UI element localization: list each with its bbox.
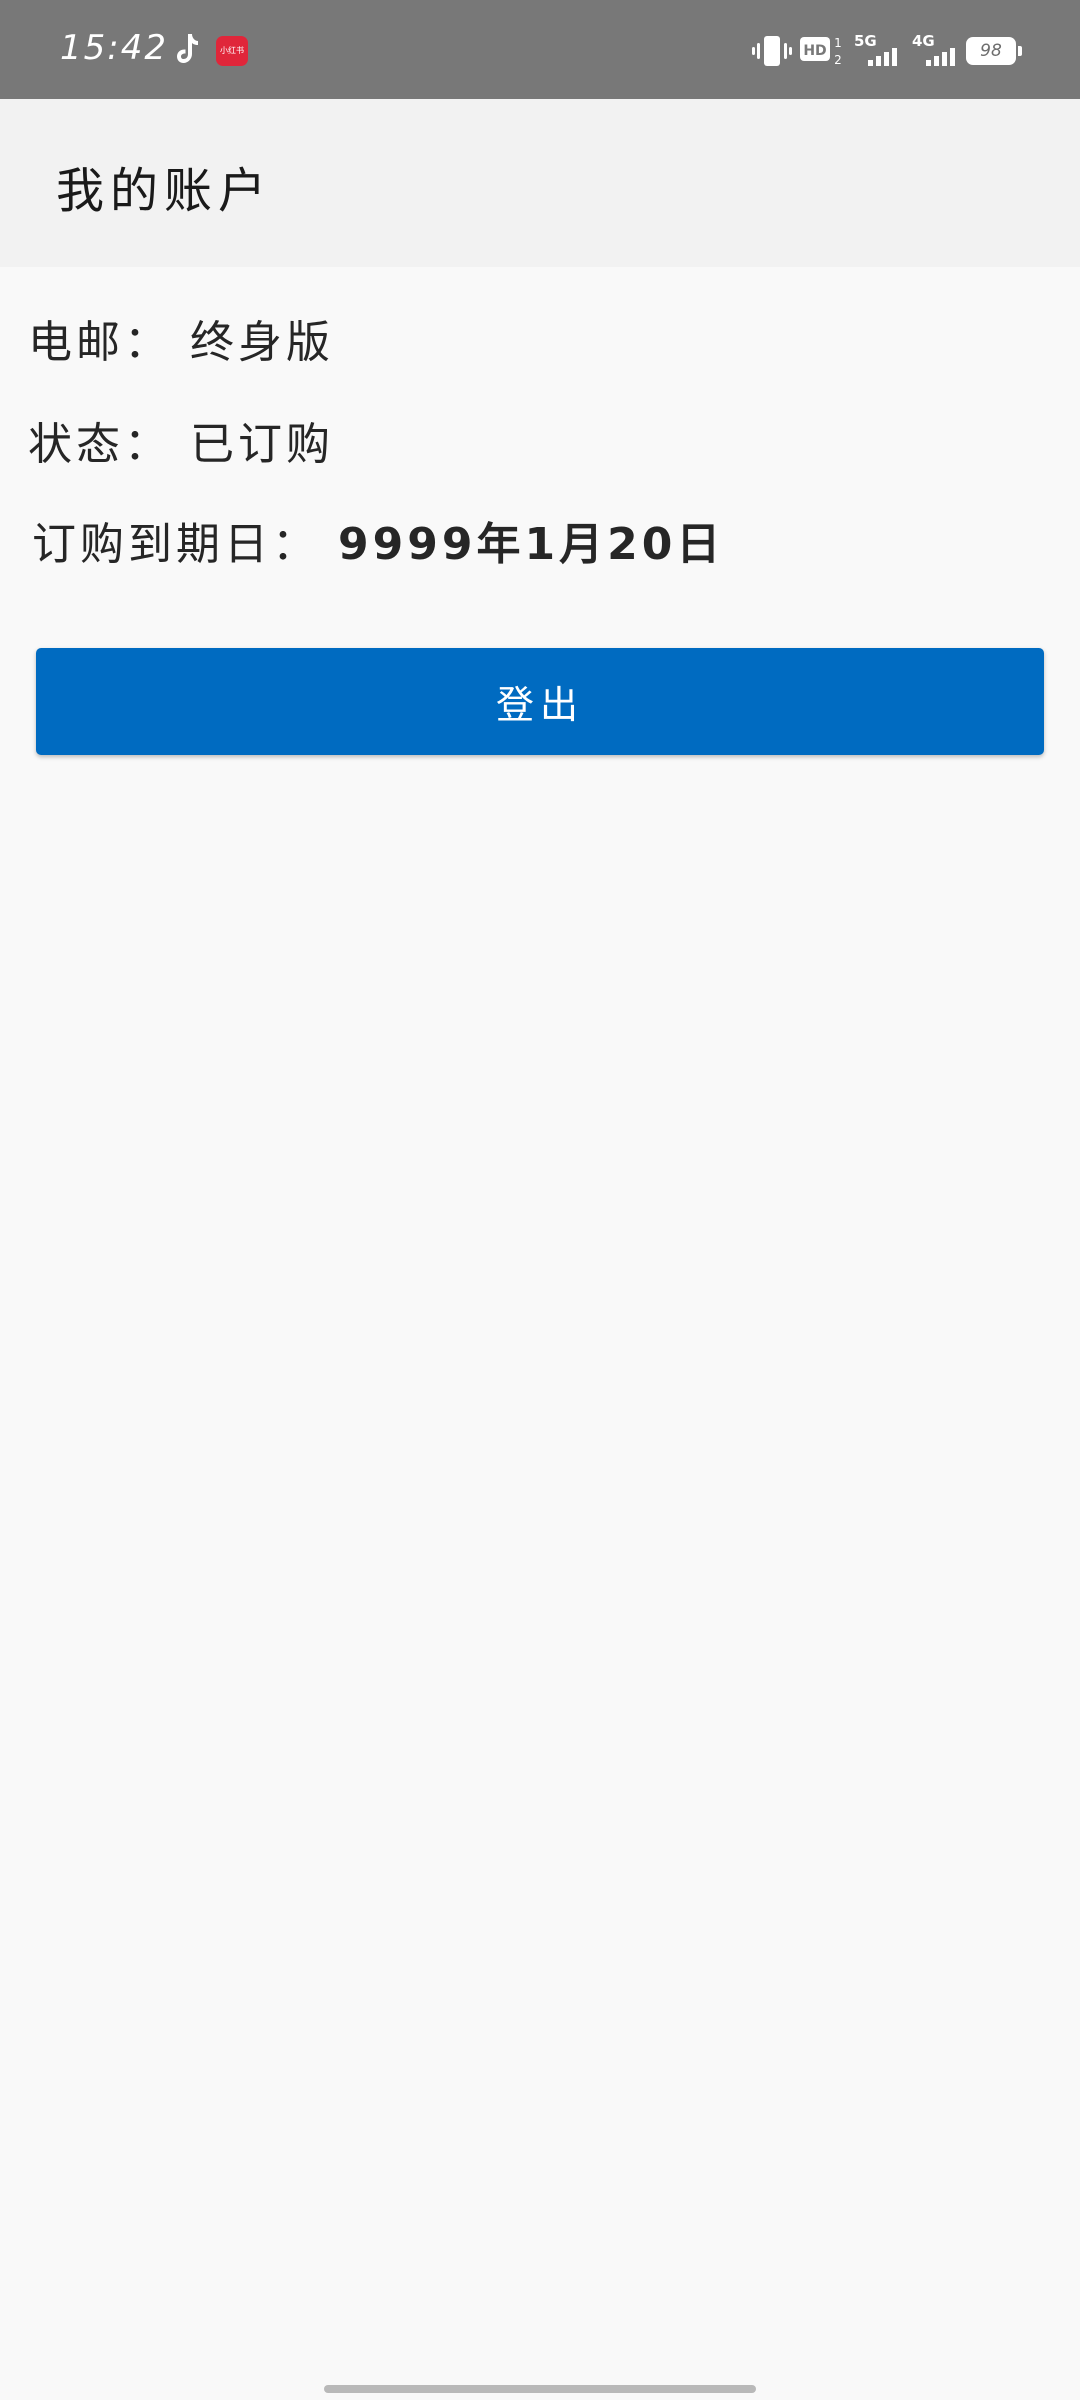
status-row: 状态： 已订购 [28,408,334,472]
tiktok-icon [177,34,198,63]
email-row: 电邮： 终身版 [28,306,334,370]
hd-icon: HD 1 2 [800,36,842,66]
signal-4g-icon: 4G [912,32,955,66]
vibrate-icon [752,36,792,66]
status-time: 15:42 [60,28,168,68]
app-bar: 我的账户 [0,99,1080,267]
status-label: 状态： [28,419,172,470]
svg-text:5G: 5G [854,32,877,50]
status-bar: 15:42 小红书 HD 1 2 5G 4G 98 [0,0,1080,99]
logout-button[interactable]: 登出 [36,648,1044,755]
battery-icon: 98 [966,37,1022,65]
app-badge: 小红书 [216,36,248,66]
page-title: 我的账户 [56,163,273,219]
expiry-label: 订购到期日： [32,519,320,570]
svg-text:1: 1 [834,36,842,50]
email-value: 终身版 [190,317,334,368]
signal-5g-icon: 5G [854,32,897,66]
svg-text:2: 2 [834,53,842,66]
email-label: 电邮： [28,317,172,368]
status-value: 已订购 [190,419,334,470]
svg-text:HD: HD [803,43,826,59]
svg-text:4G: 4G [912,32,935,50]
expiry-row: 订购到期日： 9999年1月20日 [32,508,724,572]
logout-label: 登出 [495,683,584,727]
home-indicator[interactable] [324,2385,756,2393]
expiry-value: 9999年1月20日 [338,519,725,570]
